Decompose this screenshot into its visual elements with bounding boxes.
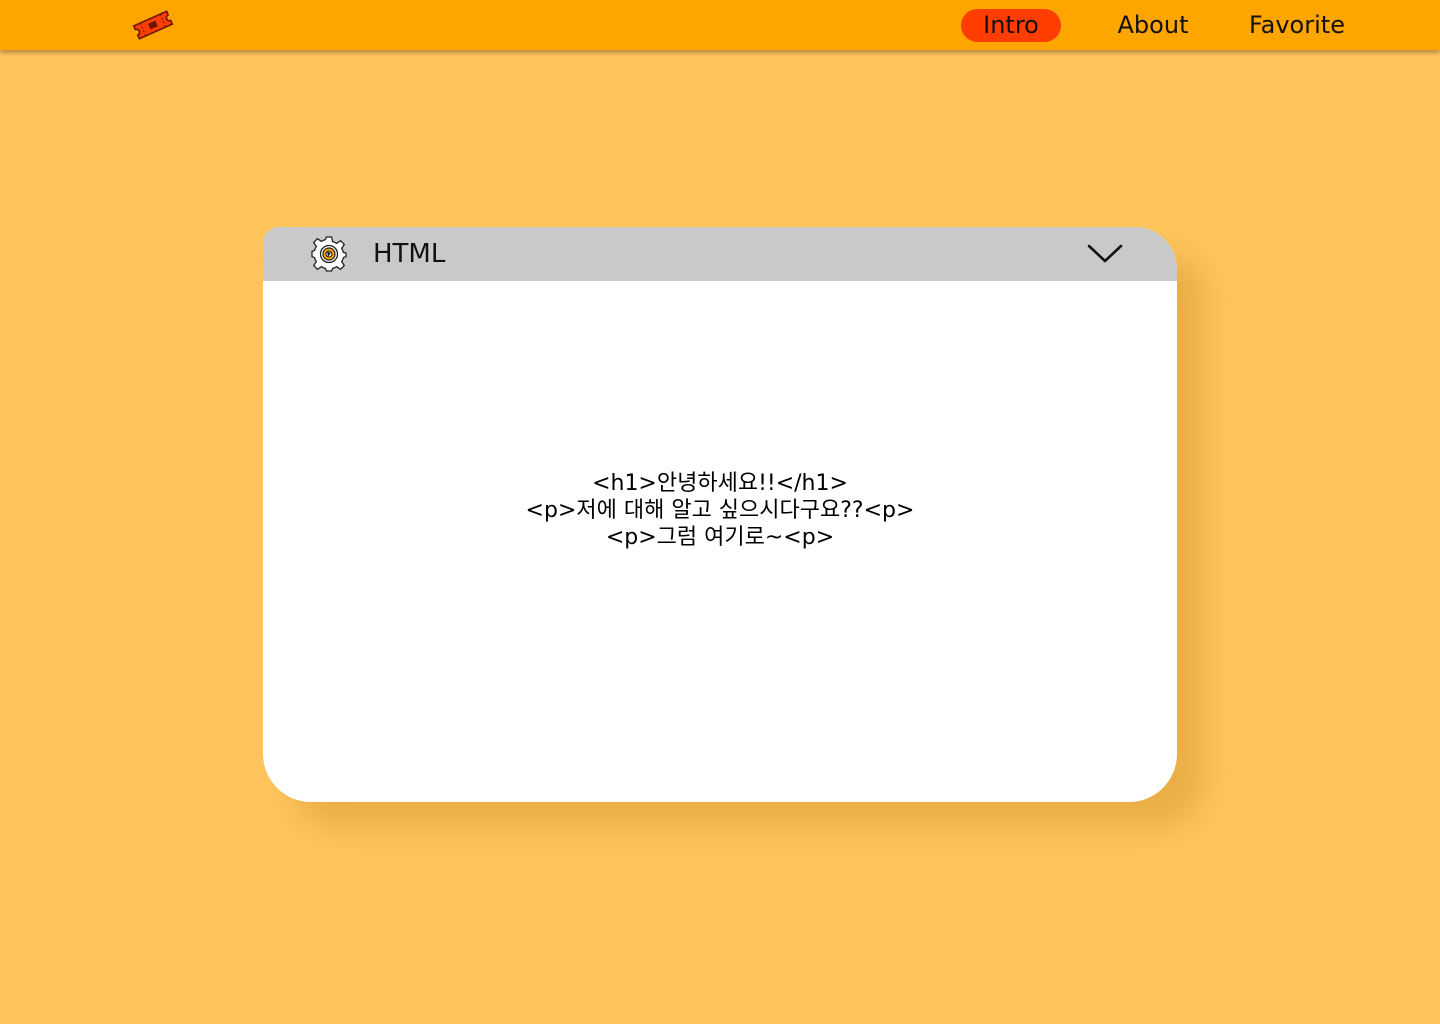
navbar: Intro About Favorite	[0, 0, 1440, 50]
window-title: HTML	[373, 239, 446, 269]
ticket-icon[interactable]	[130, 9, 176, 41]
nav-link-favorite[interactable]: Favorite	[1238, 9, 1356, 42]
code-line-question: <p>저에 대해 알고 싶으시다구요??<p>	[525, 498, 915, 523]
window-titlebar: HTML	[263, 227, 1177, 281]
nav-link-intro[interactable]: Intro	[961, 9, 1061, 42]
nav-link-about[interactable]: About	[1104, 9, 1202, 42]
gear-icon	[311, 236, 347, 272]
code-line-direction: <p>그럼 여기로~<p>	[605, 525, 835, 550]
chevron-down-icon[interactable]	[1087, 240, 1123, 268]
code-line-heading: <h1>안녕하세요!!</h1>	[592, 471, 848, 496]
code-window: HTML <h1>안녕하세요!!</h1> <p>저에 대해 알고 싶으시다구요…	[263, 227, 1177, 802]
code-content: <h1>안녕하세요!!</h1> <p>저에 대해 알고 싶으시다구요??<p>…	[263, 470, 1177, 551]
